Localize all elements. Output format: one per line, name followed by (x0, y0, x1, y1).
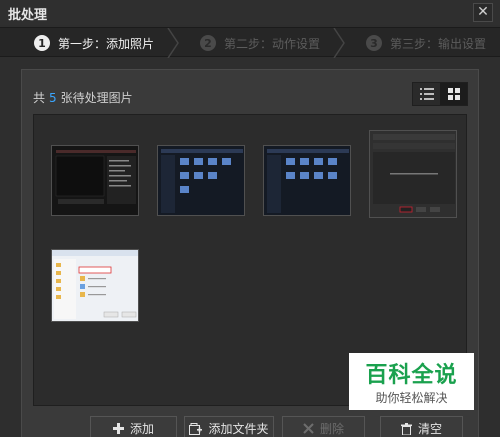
thumbnail-image (52, 250, 138, 321)
clear-button[interactable]: 清空 (380, 416, 463, 437)
thumbnail[interactable] (263, 145, 351, 216)
count-value: 5 (49, 91, 57, 105)
step-3-number: 3 (366, 35, 382, 51)
title-bar: 批处理 ✕ (0, 0, 500, 25)
add-folder-button-label: 添加文件夹 (208, 422, 269, 436)
plus-icon (112, 423, 124, 434)
step-2-number: 2 (200, 35, 216, 51)
thumbnail-image (370, 131, 456, 217)
step-1-label: 第一步：添加照片 (58, 36, 155, 51)
watermark-subtitle: 助你轻松解决 (375, 391, 448, 405)
thumbnail[interactable] (51, 145, 139, 216)
delete-button[interactable]: 删除 (282, 416, 365, 437)
thumbnail-image (158, 146, 244, 215)
thumbnail[interactable] (369, 130, 457, 218)
step-3-label: 第三步：输出设置 (390, 36, 487, 51)
delete-button-label: 删除 (319, 422, 344, 436)
add-folder-button[interactable]: 添加文件夹 (184, 416, 274, 437)
step-3: 3 第三步：输出设置 (366, 28, 486, 58)
step-1-number: 1 (34, 35, 50, 51)
add-button-label: 添加 (129, 422, 154, 436)
count-suffix: 张待处理图片 (60, 91, 133, 105)
image-count: 共 5 张待处理图片 (33, 89, 133, 106)
batch-process-window: 批处理 ✕ 1 第一步：添加照片 2 第二步：动作设置 3 第三步：输出设置 共… (0, 0, 500, 437)
chevron-right-icon (167, 28, 179, 58)
thumbnail-image (52, 146, 138, 215)
count-prefix: 共 (33, 91, 46, 105)
trash-icon (400, 422, 412, 435)
grid-view-button[interactable] (440, 83, 467, 105)
watermark: 百科全说 助你轻松解决 (349, 353, 474, 410)
thumbnail[interactable] (157, 145, 245, 216)
step-2-label: 第二步：动作设置 (224, 36, 321, 51)
close-icon: ✕ (477, 4, 489, 20)
watermark-title: 百科全说 (365, 363, 458, 388)
thumbnail[interactable] (51, 249, 139, 322)
view-toggle (412, 82, 468, 106)
folder-add-icon (189, 422, 203, 435)
thumbnail-image (264, 146, 350, 215)
chevron-right-icon (333, 28, 345, 58)
add-button[interactable]: 添加 (90, 416, 177, 437)
step-bar: 1 第一步：添加照片 2 第二步：动作设置 3 第三步：输出设置 (0, 27, 500, 58)
close-button[interactable]: ✕ (473, 3, 493, 22)
step-1: 1 第一步：添加照片 (34, 28, 154, 58)
list-view-button[interactable] (413, 83, 440, 105)
x-icon (303, 423, 314, 434)
clear-button-label: 清空 (417, 422, 442, 436)
step-2: 2 第二步：动作设置 (200, 28, 320, 58)
grid-icon (447, 88, 460, 100)
window-title: 批处理 (8, 8, 48, 23)
list-icon (419, 88, 434, 100)
